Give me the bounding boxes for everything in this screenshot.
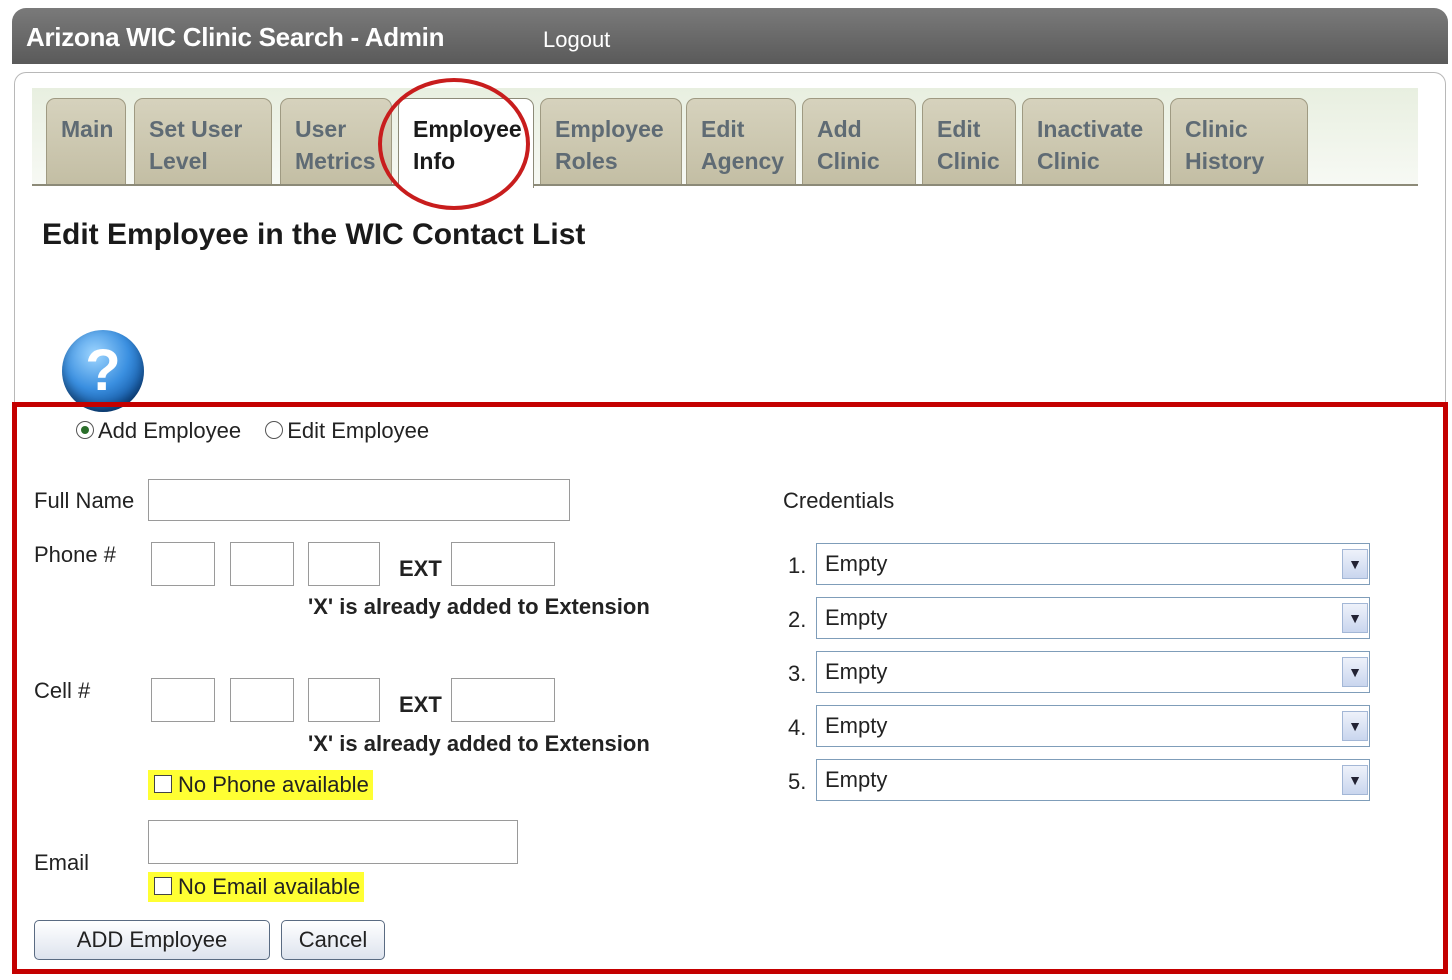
tab-edit-agency[interactable]: Edit Agency [686,98,796,184]
tab-employee-info[interactable]: Employee Info [398,98,534,188]
tab-label: Info [413,148,456,174]
tab-label: Level [149,148,208,174]
credential-number: 5. [788,769,807,794]
cell-area-code-input[interactable] [151,678,215,722]
chevron-down-icon[interactable]: ▼ [1342,711,1368,741]
tab-label: Agency [701,148,785,174]
no-phone-label: No Phone available [178,772,369,797]
radio-label: Add Employee [98,418,242,443]
credential-number: 3. [788,661,807,686]
chevron-down-icon[interactable]: ▼ [1342,765,1368,795]
tab-underline [32,184,1418,186]
full-name-input[interactable] [148,479,570,521]
no-phone-checkbox[interactable] [154,775,172,794]
no-email-label: No Email available [178,874,361,899]
help-question-icon[interactable]: ? [62,330,144,412]
credential-select-value: Empty [825,659,888,684]
radio-button-selected[interactable] [76,421,94,440]
credential-select-4[interactable]: Empty ▼ [816,705,1370,747]
radio-button[interactable] [265,421,284,440]
tab-label: Roles [555,148,618,174]
no-email-option[interactable]: No Email available [148,872,365,902]
tab-label: Metrics [295,148,376,174]
tab-main[interactable]: Main [46,98,126,184]
tab-label: Employee [413,116,522,142]
radio-label: Edit Employee [287,418,430,443]
credential-select-3[interactable]: Empty ▼ [816,651,1370,693]
credential-select-value: Empty [825,767,888,792]
tab-employee-roles[interactable]: Employee Roles [540,98,682,184]
credential-select-value: Empty [825,605,888,630]
tab-user-metrics[interactable]: User Metrics [280,98,392,184]
credential-number: 2. [788,607,807,632]
radio-edit-employee[interactable]: Edit Employee [265,418,429,443]
tab-label: Main [61,116,114,142]
credential-number: 1. [788,553,807,578]
chevron-down-icon[interactable]: ▼ [1342,549,1368,579]
tab-label: User [295,116,347,142]
cell-ext-input[interactable] [451,678,555,722]
app-title: Arizona WIC Clinic Search - Admin [26,22,445,52]
email-input[interactable] [148,820,518,864]
tab-label: Clinic [817,148,880,174]
phone-ext-note: 'X' is already added to Extension [308,594,650,619]
chevron-down-icon[interactable]: ▼ [1342,657,1368,687]
credential-number: 4. [788,715,807,740]
tab-label: History [1185,148,1265,174]
tab-label: Edit [937,116,981,142]
no-email-checkbox[interactable] [154,877,172,896]
cancel-button[interactable]: Cancel [281,920,385,960]
phone-prefix-input[interactable] [230,542,294,586]
tab-label: Set User [149,116,243,142]
chevron-down-icon[interactable]: ▼ [1342,603,1368,633]
cell-ext-note: 'X' is already added to Extension [308,731,650,756]
tab-label: Inactivate [1037,116,1144,142]
tab-label: Clinic [937,148,1000,174]
tab-label: Clinic [1185,116,1248,142]
cell-prefix-input[interactable] [230,678,294,722]
credential-select-value: Empty [825,551,888,576]
credential-select-value: Empty [825,713,888,738]
phone-ext-input[interactable] [451,542,555,586]
tab-inactivate-clinic[interactable]: Inactivate Clinic [1022,98,1164,184]
tab-edit-clinic[interactable]: Edit Clinic [922,98,1016,184]
tab-label: Employee [555,116,664,142]
phone-area-code-input[interactable] [151,542,215,586]
cell-ext-label: EXT [399,692,442,717]
logout-link[interactable]: Logout [543,27,610,53]
credentials-label: Credentials [783,488,895,513]
page-title: Edit Employee in the WIC Contact List [42,218,586,251]
cell-label: Cell # [34,678,91,703]
tab-add-clinic[interactable]: Add Clinic [802,98,916,184]
phone-ext-label: EXT [399,556,442,581]
credential-select-1[interactable]: Empty ▼ [816,543,1370,585]
mode-radio-group: Add Employee Edit Employee [76,418,429,444]
email-label: Email [34,850,90,875]
full-name-label: Full Name [34,488,135,513]
phone-line-input[interactable] [308,542,380,586]
tab-label: Clinic [1037,148,1100,174]
phone-label: Phone # [34,542,116,567]
credential-select-2[interactable]: Empty ▼ [816,597,1370,639]
tab-label: Add [817,116,862,142]
tab-set-user-level[interactable]: Set User Level [134,98,272,184]
tab-label: Edit [701,116,745,142]
add-employee-button[interactable]: ADD Employee [34,920,270,960]
cell-line-input[interactable] [308,678,380,722]
radio-add-employee[interactable]: Add Employee [76,418,247,443]
credential-select-5[interactable]: Empty ▼ [816,759,1370,801]
no-phone-option[interactable]: No Phone available [148,770,373,800]
tab-clinic-history[interactable]: Clinic History [1170,98,1308,184]
